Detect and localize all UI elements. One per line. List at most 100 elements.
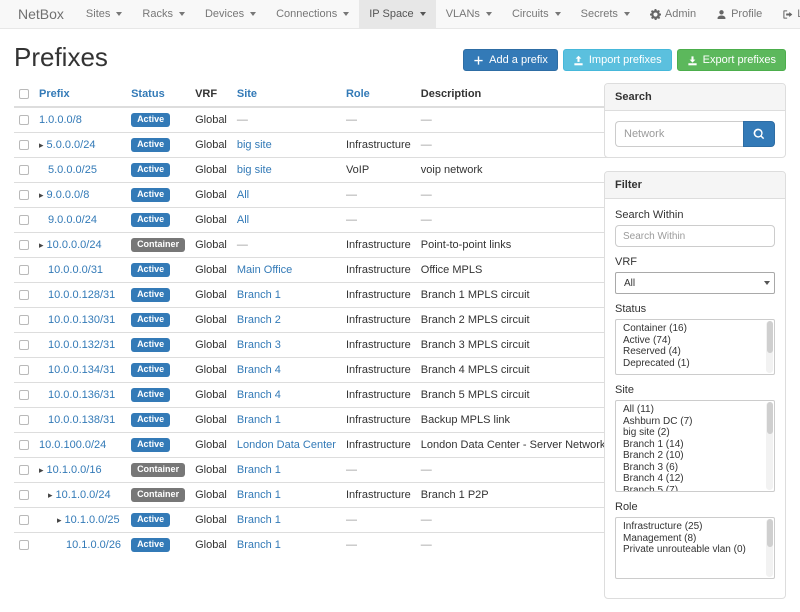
column-header-status[interactable]: Status [126,83,190,107]
nav-item-circuits[interactable]: Circuits [502,0,571,28]
prefix-link[interactable]: 10.0.0.128/31 [48,289,115,301]
column-header-role[interactable]: Role [341,83,416,107]
prefix-link[interactable]: 10.1.0.0/26 [66,539,121,551]
row-checkbox[interactable] [19,465,29,475]
expand-icon[interactable]: ▸ [57,515,62,525]
export-prefixes-button[interactable]: Export prefixes [677,49,786,71]
nav-item-sites[interactable]: Sites [76,0,132,28]
listbox-option[interactable]: Infrastructure (25) [616,521,774,533]
nav-item-profile[interactable]: Profile [706,0,772,28]
expand-icon[interactable]: ▸ [39,240,44,250]
expand-icon[interactable]: ▸ [48,490,53,500]
site-link[interactable]: All [237,189,249,201]
nav-item-ip-space[interactable]: IP Space [359,0,435,28]
prefix-link[interactable]: 5.0.0.0/25 [48,164,97,176]
row-checkbox[interactable] [19,365,29,375]
prefix-link[interactable]: 10.0.0.0/31 [48,264,103,276]
site-link[interactable]: All [237,214,249,226]
column-header-prefix[interactable]: Prefix [34,83,126,107]
row-checkbox[interactable] [19,215,29,225]
row-checkbox[interactable] [19,140,29,150]
add-a-prefix-button[interactable]: Add a prefix [463,49,558,71]
scrollbar[interactable] [766,321,773,373]
listbox-option[interactable]: Reserved (4) [616,346,774,358]
row-checkbox[interactable] [19,440,29,450]
prefix-link[interactable]: 10.0.0.134/31 [48,364,115,376]
site-link[interactable]: Branch 1 [237,289,281,301]
nav-item-vlans[interactable]: VLANs [436,0,502,28]
listbox-option[interactable]: All (11) [616,404,774,416]
nav-item-racks[interactable]: Racks [132,0,195,28]
expand-icon[interactable]: ▸ [39,190,44,200]
site-link[interactable]: Branch 1 [237,514,281,526]
site-link[interactable]: Main Office [237,264,292,276]
import-prefixes-button[interactable]: Import prefixes [563,49,672,71]
row-checkbox[interactable] [19,515,29,525]
prefix-link[interactable]: 10.1.0.0/25 [65,514,120,526]
search-input[interactable] [615,121,743,147]
site-link[interactable]: Branch 4 [237,389,281,401]
site-link[interactable]: Branch 1 [237,464,281,476]
filter-listbox-status[interactable]: Container (16)Active (74)Reserved (4)Dep… [615,319,775,375]
site-link[interactable]: Branch 1 [237,414,281,426]
prefix-link[interactable]: 10.0.0.130/31 [48,314,115,326]
row-checkbox[interactable] [19,165,29,175]
row-checkbox[interactable] [19,340,29,350]
listbox-option[interactable]: Deprecated (1) [616,358,774,370]
listbox-option[interactable]: Container (16) [616,323,774,335]
scrollbar[interactable] [766,402,773,490]
site-link[interactable]: London Data Center [237,439,336,451]
listbox-option[interactable]: Branch 1 (14) [616,439,774,451]
prefix-link[interactable]: 1.0.0.0/8 [39,114,82,126]
prefix-link[interactable]: 9.0.0.0/8 [47,189,90,201]
nav-item-connections[interactable]: Connections [266,0,359,28]
row-checkbox[interactable] [19,315,29,325]
select-all-checkbox[interactable] [19,89,29,99]
listbox-option[interactable]: big site (2) [616,427,774,439]
row-checkbox[interactable] [19,540,29,550]
listbox-option[interactable]: Branch 3 (6) [616,462,774,474]
row-checkbox[interactable] [19,490,29,500]
prefix-link[interactable]: 9.0.0.0/24 [48,214,97,226]
row-checkbox[interactable] [19,190,29,200]
scrollbar[interactable] [766,519,773,577]
site-link[interactable]: Branch 1 [237,489,281,501]
listbox-option[interactable]: Private unrouteable vlan (0) [616,544,774,556]
prefix-link[interactable]: 10.0.0.0/24 [47,239,102,251]
row-checkbox[interactable] [19,390,29,400]
nav-item-admin[interactable]: Admin [640,0,706,28]
expand-icon[interactable]: ▸ [39,140,44,150]
row-checkbox[interactable] [19,115,29,125]
row-checkbox[interactable] [19,290,29,300]
row-checkbox[interactable] [19,240,29,250]
prefix-link[interactable]: 10.1.0.0/24 [56,489,111,501]
site-link[interactable]: big site [237,164,272,176]
brand[interactable]: NetBox [6,0,76,28]
filter-select-vrf[interactable]: All [615,272,775,294]
listbox-option[interactable]: Management (8) [616,533,774,545]
site-link[interactable]: big site [237,139,272,151]
listbox-option[interactable]: Branch 4 (12) [616,473,774,485]
listbox-option[interactable]: Active (74) [616,335,774,347]
prefix-link[interactable]: 10.0.0.136/31 [48,389,115,401]
search-button[interactable] [743,121,775,147]
listbox-option[interactable]: Branch 5 (7) [616,485,774,493]
site-link[interactable]: Branch 3 [237,339,281,351]
filter-input-search-within[interactable] [615,225,775,247]
column-header-site[interactable]: Site [232,83,341,107]
filter-listbox-site[interactable]: All (11)Ashburn DC (7)big site (2)Branch… [615,400,775,492]
prefix-link[interactable]: 10.0.0.138/31 [48,414,115,426]
site-link[interactable]: Branch 1 [237,539,281,551]
nav-item-devices[interactable]: Devices [195,0,266,28]
listbox-option[interactable]: Ashburn DC (7) [616,416,774,428]
nav-item-secrets[interactable]: Secrets [571,0,640,28]
row-checkbox[interactable] [19,415,29,425]
filter-listbox-role[interactable]: Infrastructure (25)Management (8)Private… [615,517,775,579]
listbox-option[interactable]: Branch 2 (10) [616,450,774,462]
expand-icon[interactable]: ▸ [39,465,44,475]
nav-item-log-out[interactable]: Log out [772,0,800,28]
row-checkbox[interactable] [19,265,29,275]
prefix-link[interactable]: 10.0.100.0/24 [39,439,106,451]
site-link[interactable]: Branch 4 [237,364,281,376]
site-link[interactable]: Branch 2 [237,314,281,326]
